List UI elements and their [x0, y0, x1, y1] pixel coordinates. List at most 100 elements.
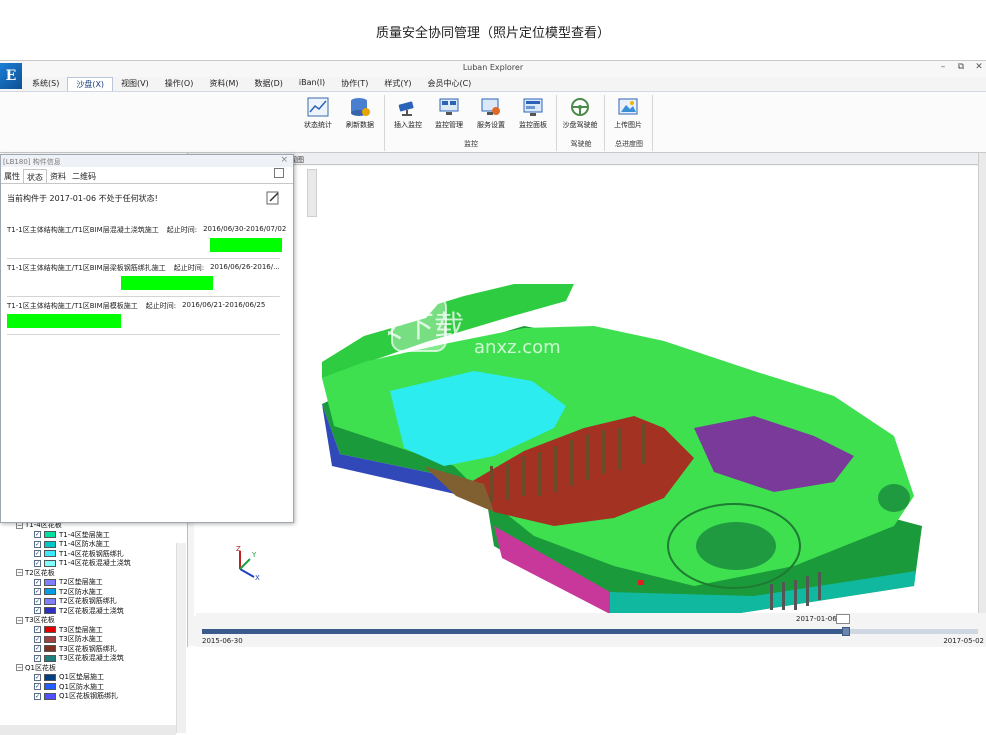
menu-item[interactable]: 数据(D) [246, 77, 290, 91]
menu-item[interactable]: 会员中心(C) [419, 77, 479, 91]
menu-item[interactable]: iBan(I) [291, 77, 333, 91]
checkbox[interactable]: ✓ [34, 645, 41, 652]
tree-item[interactable]: ✓ T3区花板钢筋绑扎 [34, 644, 117, 654]
tree-group[interactable]: − Q1区花板 [16, 663, 56, 673]
app-logo[interactable]: E [0, 63, 22, 89]
tree-item[interactable]: ✓ T3区防水施工 [34, 634, 103, 644]
building-3d-model[interactable] [194, 166, 986, 616]
insert-monitor-button[interactable]: 插入监控 [386, 97, 430, 130]
tree-item[interactable]: ✓ T1-4区防水施工 [34, 539, 110, 549]
close-button[interactable]: ✕ [972, 62, 986, 72]
tree-item[interactable]: ✓ T2区花板混凝土浇筑 [34, 606, 124, 616]
checkbox[interactable]: ✓ [34, 626, 41, 633]
popup-close-icon[interactable]: × [280, 155, 288, 165]
timeline-slider-handle[interactable] [842, 627, 851, 636]
color-swatch [44, 692, 56, 700]
monitor-panel-button[interactable]: 监控面板 [511, 97, 555, 130]
checkbox[interactable]: ✓ [34, 597, 41, 605]
checkbox[interactable]: ✓ [34, 578, 41, 586]
popup-tab[interactable]: 资料 [47, 169, 69, 183]
menu-item[interactable]: 系统(S) [24, 77, 67, 91]
upload-image-button[interactable]: 上传图片 [606, 97, 650, 130]
checkbox[interactable]: ✓ [34, 607, 41, 614]
menu-item[interactable]: 视图(V) [113, 77, 157, 91]
task-item: T1-1区主体结构施工/T1区BIM层混凝土浇筑施工 起止时间: 2016/06/3… [7, 225, 286, 252]
tree-item[interactable]: ✓ T3区花板混凝土浇筑 [34, 653, 124, 663]
collapse-icon[interactable]: − [16, 616, 23, 624]
checkbox[interactable]: ✓ [34, 588, 41, 595]
status-statistics-button[interactable]: 状态统计 [296, 97, 340, 130]
ribbon-group-label: 监控 [464, 140, 478, 148]
service-settings-button[interactable]: 服务设置 [469, 97, 513, 130]
tree-horizontal-scrollbar[interactable] [0, 725, 176, 735]
timeline-start-date: 2015-06-30 [202, 637, 243, 645]
edit-icon[interactable] [266, 191, 280, 205]
color-swatch [44, 597, 56, 605]
task-item: T1-1区主体结构施工/T1区BIM层梁板钢筋绑扎施工 起止时间: 2016/06/… [7, 263, 285, 290]
checkbox[interactable]: ✓ [34, 654, 41, 662]
color-swatch [44, 654, 56, 662]
checkbox[interactable]: ✓ [34, 531, 41, 538]
watermark-cn: 安下载 [388, 310, 464, 345]
color-swatch [44, 626, 56, 633]
collapse-icon[interactable]: − [16, 569, 23, 576]
menu-item[interactable]: 样式(Y) [376, 77, 419, 91]
popup-tab[interactable]: 属性 [1, 169, 23, 183]
tree-item[interactable]: ✓ Q1区花板钢筋绑扎 [34, 691, 118, 701]
sandbox-cockpit-button[interactable]: 沙盘驾驶舱 [558, 97, 602, 130]
color-swatch [44, 559, 56, 567]
tree-group[interactable]: − T3区花板 [16, 615, 55, 625]
tree-group-label: T2区花板 [25, 568, 55, 577]
checkbox[interactable]: ✓ [34, 540, 41, 548]
tree-item[interactable]: ✓ T1-4区花板混凝土浇筑 [34, 558, 131, 568]
monitor-management-button[interactable]: 监控管理 [427, 97, 471, 130]
tree-item[interactable]: ✓ T1-4区垫层施工 [34, 530, 110, 540]
refresh-data-button[interactable]: 刷新数据 [338, 97, 382, 130]
viewport-side-panel[interactable] [307, 169, 317, 217]
color-swatch [44, 578, 56, 586]
checkbox[interactable]: ✓ [34, 692, 41, 700]
component-info-popup: [LB180] 构件信息 × 属性 状态 资料 二维码 当前构件于 2017-01-0… [0, 154, 294, 523]
model-viewport[interactable] [194, 166, 986, 616]
checkbox[interactable]: ✓ [34, 673, 41, 681]
checkbox[interactable]: ✓ [34, 559, 41, 567]
task-progress-bar [121, 276, 213, 290]
restore-button[interactable]: ⧉ [954, 62, 968, 72]
popup-tab[interactable]: 状态 [23, 169, 47, 183]
menu-item[interactable]: 资料(M) [201, 77, 246, 91]
tree-item[interactable]: ✓ Q1区垫层施工 [34, 672, 104, 682]
pin-icon[interactable] [274, 168, 284, 178]
menu-item[interactable]: 协作(T) [333, 77, 376, 91]
task-line: T1-1区主体结构施工/T1区BIM层混凝土浇筑施工 起止时间: 2016/06/3… [7, 225, 286, 235]
watermark-logo: 安下载 anxz.com [374, 296, 561, 358]
tree-item[interactable]: ✓ T2区垫层施工 [34, 577, 103, 587]
tree-item[interactable]: ✓ T3区垫层施工 [34, 625, 103, 635]
image-upload-icon [618, 98, 638, 115]
steering-wheel-icon [571, 98, 589, 116]
minimize-button[interactable]: – [936, 62, 950, 72]
color-swatch [44, 635, 56, 643]
tree-item-label: Q1区防水施工 [59, 682, 104, 691]
service-settings-icon [481, 98, 500, 115]
tree-group[interactable]: − T2区花板 [16, 568, 55, 578]
tree-item[interactable]: ✓ Q1区防水施工 [34, 682, 104, 692]
menu-item[interactable]: 操作(O) [157, 77, 202, 91]
collapse-icon[interactable]: − [16, 664, 23, 671]
highlighted-element[interactable] [638, 580, 644, 585]
tree-item[interactable]: ✓ T2区花板钢筋绑扎 [34, 596, 117, 606]
tree-vertical-scrollbar[interactable] [176, 543, 186, 733]
task-time: 2016/06/26-2016/... [210, 263, 280, 271]
checkbox[interactable]: ✓ [34, 683, 41, 690]
color-swatch [44, 531, 56, 538]
checkbox[interactable]: ✓ [34, 635, 41, 643]
ribbon-separator [652, 95, 653, 151]
popup-titlebar[interactable]: [LB180] 构件信息 × [1, 155, 293, 167]
popup-tab[interactable]: 二维码 [69, 169, 99, 183]
viewport-right-scrollbar[interactable] [978, 153, 986, 623]
tree-item[interactable]: ✓ T1-4区花板钢筋绑扎 [34, 549, 124, 559]
menu-item[interactable]: 沙盘(X) [67, 77, 114, 91]
tree-item-label: T1-4区垫层施工 [59, 530, 110, 539]
checkbox[interactable]: ✓ [34, 550, 41, 557]
calendar-icon[interactable] [836, 614, 850, 624]
tree-item[interactable]: ✓ T2区防水施工 [34, 587, 103, 597]
